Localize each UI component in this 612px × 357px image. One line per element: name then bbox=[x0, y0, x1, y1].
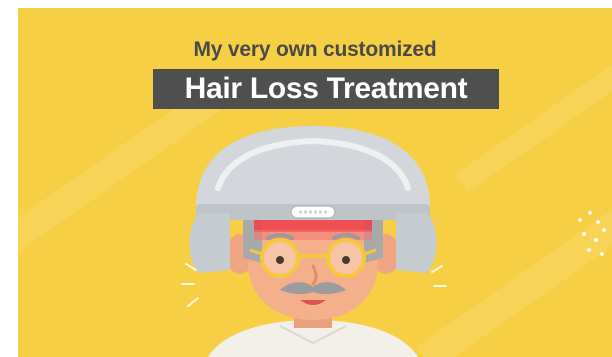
helmet-side-left bbox=[189, 213, 230, 273]
eye-right bbox=[342, 256, 350, 264]
hero-banner: My very own customized Hair Loss Treatme… bbox=[18, 8, 612, 357]
man-with-helmet-illustration bbox=[181, 126, 606, 357]
eye-left bbox=[276, 256, 284, 264]
helmet-side-right bbox=[396, 213, 437, 273]
sparkle-icon bbox=[578, 211, 606, 256]
helmet-display bbox=[290, 205, 336, 219]
